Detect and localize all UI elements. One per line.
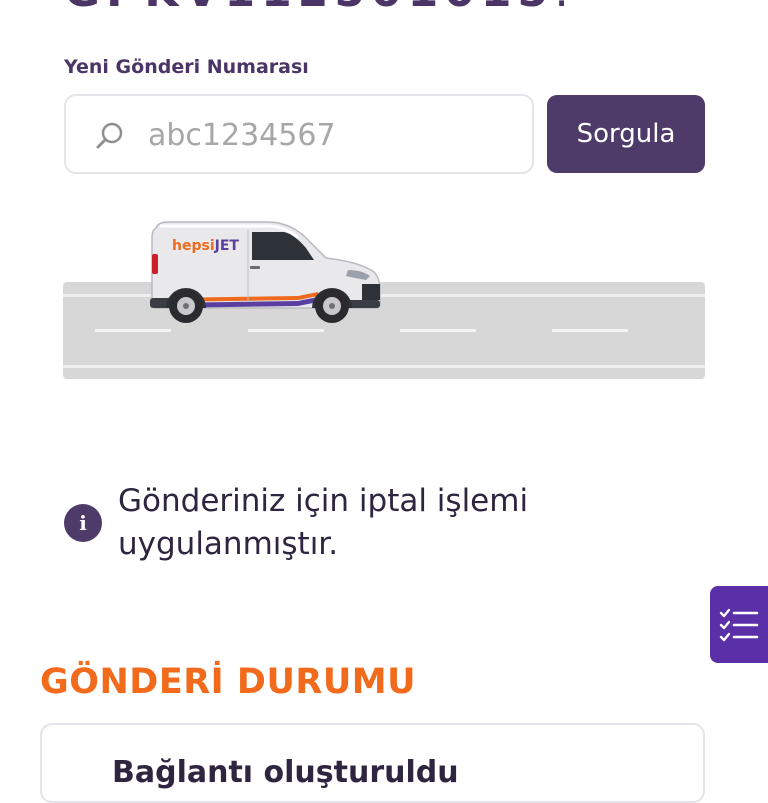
query-button[interactable]: Sorgula: [547, 95, 705, 173]
shipment-status-card: Bağlantı oluşturuldu: [40, 723, 705, 803]
checklist-icon: [719, 608, 759, 641]
van-logo-hepsi: hepsi: [172, 238, 215, 254]
van-logo: hepsiJET: [172, 238, 239, 254]
road-edge-bottom: [63, 365, 705, 368]
search-box[interactable]: [64, 94, 534, 174]
shipment-number-input[interactable]: [146, 96, 520, 174]
road-dash: [95, 329, 171, 332]
tracking-number-heading: GPKV1125010151E: [64, 0, 564, 12]
cancellation-notice: Gönderiniz için iptal işlemi uygulanmışt…: [118, 483, 529, 562]
road-dash: [400, 329, 476, 332]
info-icon: i: [64, 504, 102, 542]
road-dash: [248, 329, 324, 332]
new-shipment-number-label: Yeni Gönderi Numarası: [64, 56, 309, 78]
status-step-label: Bağlantı oluşturuldu: [112, 755, 459, 790]
shipment-status-title: GÖNDERİ DURUMU: [40, 662, 416, 702]
van-logo-jet: JET: [214, 238, 239, 254]
checklist-side-button[interactable]: [710, 586, 768, 663]
search-icon: [96, 122, 123, 149]
road-dash: [552, 329, 628, 332]
delivery-van-illustration: [150, 221, 381, 323]
